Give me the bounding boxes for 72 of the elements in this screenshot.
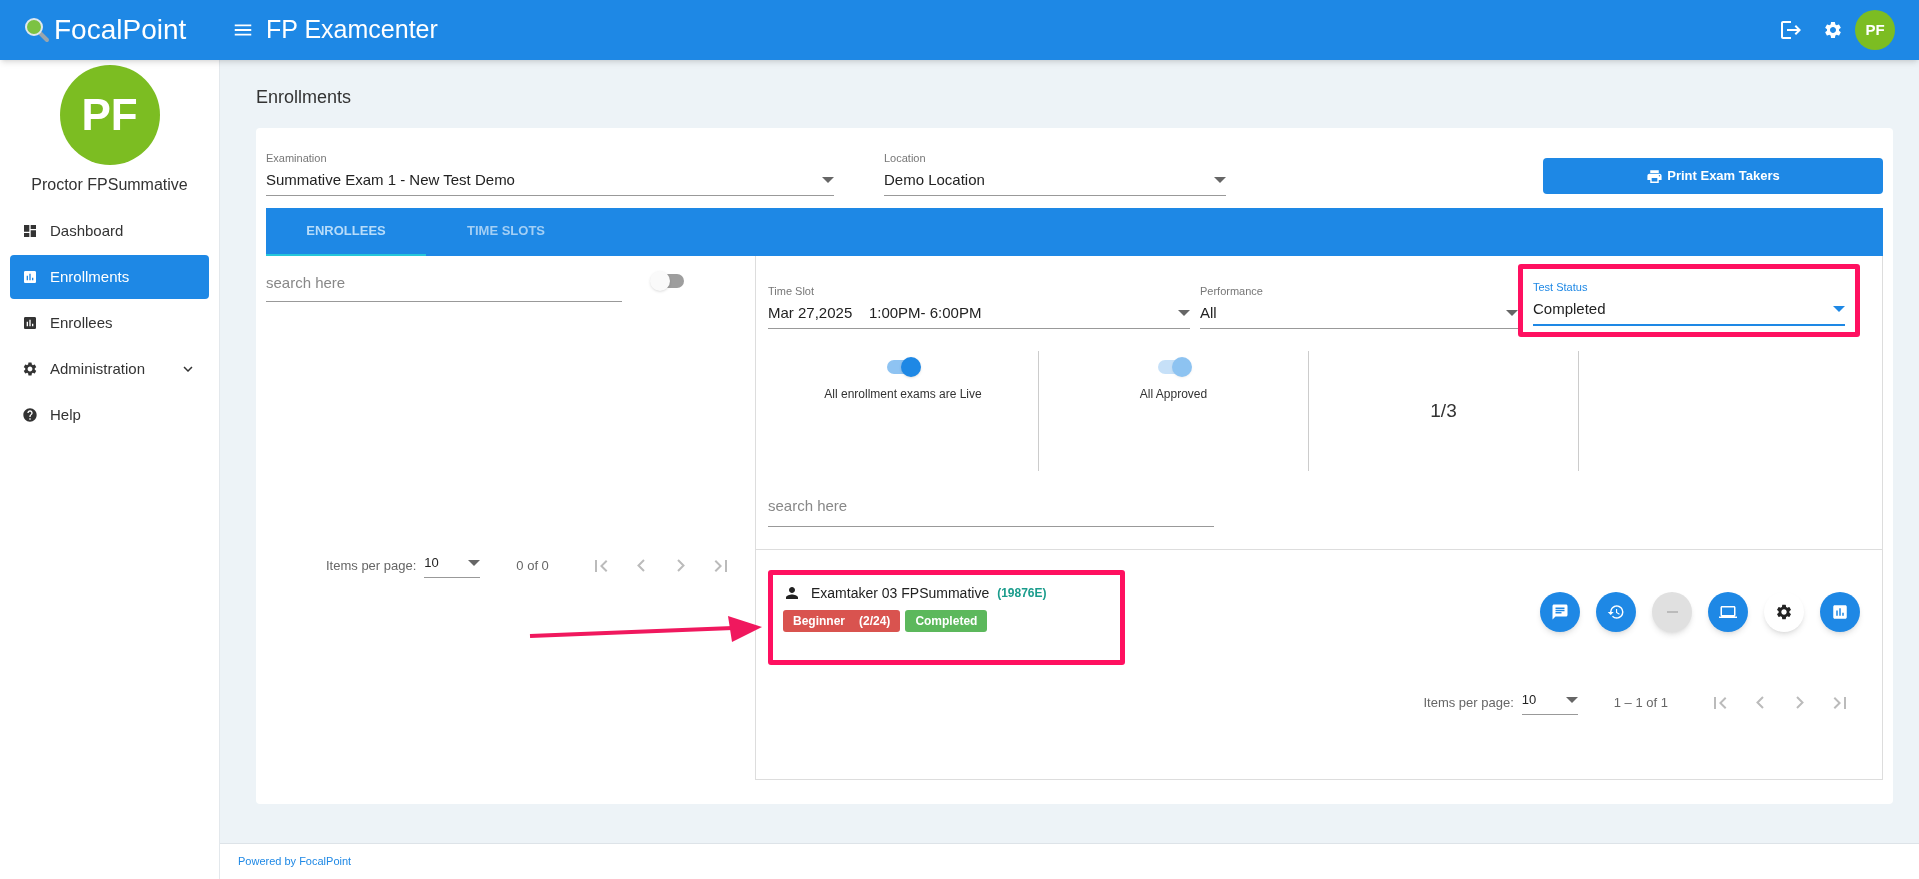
chart-icon [1831,603,1849,621]
chart-icon [22,315,38,331]
caret-icon [822,176,834,183]
caret-icon [1565,697,1578,703]
laptop-icon [1719,603,1737,621]
sidebar-item[interactable]: Administration [10,347,209,391]
page-range: 1 – 1 of 1 [1613,693,1668,712]
enrollee-card[interactable]: Examtaker 03 FPSummative (19876E) Beginner (2/24) Completed [768,569,1125,665]
field-label: Performance [1200,284,1264,299]
chart-icon [22,269,38,285]
app-logo: FocalPoint [54,13,188,47]
chart-button[interactable] [1820,592,1860,632]
profile-avatar: PF [59,65,160,165]
gear-icon [1775,603,1793,621]
help-icon [22,407,38,423]
chat-button[interactable] [1540,592,1580,632]
laptop-button[interactable] [1708,592,1748,632]
toggle-switch[interactable] [885,357,921,377]
time-slot-select[interactable]: Mar 27,2025 1:00PM- 6:00PM [768,301,1190,329]
settings-icon[interactable] [1823,20,1843,40]
test-status-select[interactable]: Completed [1533,297,1845,326]
page-range: 0 of 0 [516,556,549,575]
printer-icon [1646,167,1664,185]
logout-icon[interactable] [1779,18,1803,42]
caret-icon [468,560,481,566]
sidebar-item[interactable]: Enrollments [10,255,209,299]
app-title: FP Examcenter [266,14,438,46]
chevron-left-icon [1756,696,1764,709]
enrollee-code: (19876E) [997,585,1047,602]
per-page-select[interactable]: 10 [424,553,481,578]
chevron-left-icon [636,559,645,572]
caret-icon [1833,305,1845,312]
sidebar-item[interactable]: Dashboard [10,209,209,253]
per-page-select[interactable]: 10 [1521,690,1578,715]
restore-icon [1607,603,1625,621]
field-label: Time Slot [768,284,816,299]
toggle-label: All Approved [1139,386,1208,403]
caret-icon [1178,309,1190,316]
gear-icon [22,361,38,377]
dashboard-icon [22,223,38,239]
status-tag: Beginner (2/24) [783,609,901,632]
location-select[interactable]: Demo Location [884,168,1226,196]
sidebar-item[interactable]: Help [10,393,209,437]
caret-icon [1506,309,1518,316]
minus-icon [1666,611,1678,613]
field-label: Examination [266,151,328,166]
search-field[interactable]: search here [266,268,622,302]
toggle-label: All enrollment exams are Live [824,386,982,403]
toggle-switch[interactable] [650,271,686,292]
count-text: 1/3 [1430,398,1457,423]
enrollee-name: Examtaker 03 FPSummative [811,583,990,603]
print-button[interactable]: Print Exam Takers [1543,158,1883,194]
performance-select[interactable]: All [1200,301,1518,329]
search-field[interactable]: search here [768,495,1214,527]
field-label: Location [884,151,927,166]
magnifier-logo-icon [24,17,50,43]
footer-link[interactable]: Powered by FocalPoint [238,853,352,870]
page-title: Enrollments [256,86,353,108]
settings-button[interactable] [1764,592,1804,632]
restore-button[interactable] [1596,592,1636,632]
field-label: Test Status [1533,280,1589,295]
chat-icon [1551,603,1569,621]
sidebar-item[interactable]: Enrollees [10,301,209,345]
user-name: Proctor FPSummative [31,175,188,195]
chevron-right-icon [1796,696,1804,709]
caret-icon [1214,176,1226,183]
items-per-page-label: Items per page: [326,556,417,575]
status-tag: Completed [905,609,988,632]
items-per-page-label: Items per page: [1423,693,1514,712]
examination-select[interactable]: Summative Exam 1 - New Test Demo [266,168,834,196]
chevron-right-icon [676,559,685,572]
person-icon [783,584,801,602]
